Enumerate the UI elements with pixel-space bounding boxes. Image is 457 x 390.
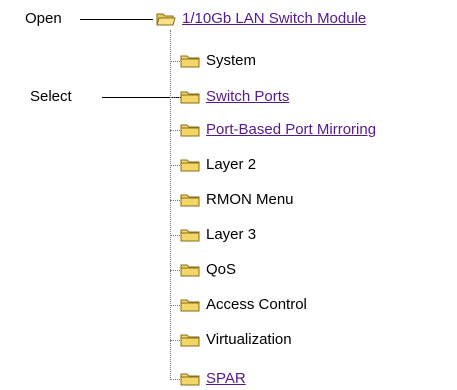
tree-item-label: Access Control — [206, 296, 307, 313]
tree-item-label: RMON Menu — [206, 191, 294, 208]
tree-item-layer-2[interactable]: Layer 2 — [180, 155, 256, 175]
folder-icon — [180, 229, 200, 242]
tree-item-label: Virtualization — [206, 331, 292, 348]
tree-item-system[interactable]: System — [180, 51, 256, 71]
tree-item-qos[interactable]: QoS — [180, 260, 236, 280]
tree-vertical-line — [170, 30, 171, 380]
folder-icon — [180, 124, 200, 137]
tree-item-switch-ports[interactable]: Switch Ports — [180, 87, 289, 107]
tree-root-link[interactable]: 1/10Gb LAN Switch Module — [182, 10, 366, 28]
open-callout-line — [80, 19, 153, 20]
select-callout-label: Select — [30, 88, 72, 105]
tree-item-access-control[interactable]: Access Control — [180, 295, 307, 315]
tree-item-layer-3[interactable]: Layer 3 — [180, 225, 256, 245]
tree-item-rmon-menu[interactable]: RMON Menu — [180, 190, 294, 210]
folder-icon — [180, 299, 200, 312]
tree-item-link[interactable]: Port-Based Port Mirroring — [206, 121, 376, 139]
tree-item-link[interactable]: Switch Ports — [206, 88, 289, 106]
open-callout-label: Open — [25, 10, 62, 27]
folder-icon — [180, 264, 200, 277]
tree-root-node[interactable]: 1/10Gb LAN Switch Module — [156, 9, 366, 29]
folder-icon — [180, 55, 200, 68]
folder-icon — [180, 159, 200, 172]
open-folder-icon — [156, 13, 176, 26]
folder-icon — [180, 334, 200, 347]
tree-item-virtualization[interactable]: Virtualization — [180, 330, 292, 350]
tree-item-label: System — [206, 52, 257, 69]
tree-item-label: Layer 3 — [206, 226, 257, 243]
folder-icon — [180, 373, 200, 386]
tree-item-port-based-port-mirroring[interactable]: Port-Based Port Mirroring — [180, 120, 376, 140]
folder-icon — [180, 91, 200, 104]
tree-item-label: Layer 2 — [206, 156, 257, 173]
folder-icon — [180, 194, 200, 207]
tree-item-link[interactable]: SPAR — [206, 370, 246, 388]
tree-item-label: QoS — [206, 261, 237, 278]
tree-item-spar[interactable]: SPAR — [180, 369, 246, 389]
